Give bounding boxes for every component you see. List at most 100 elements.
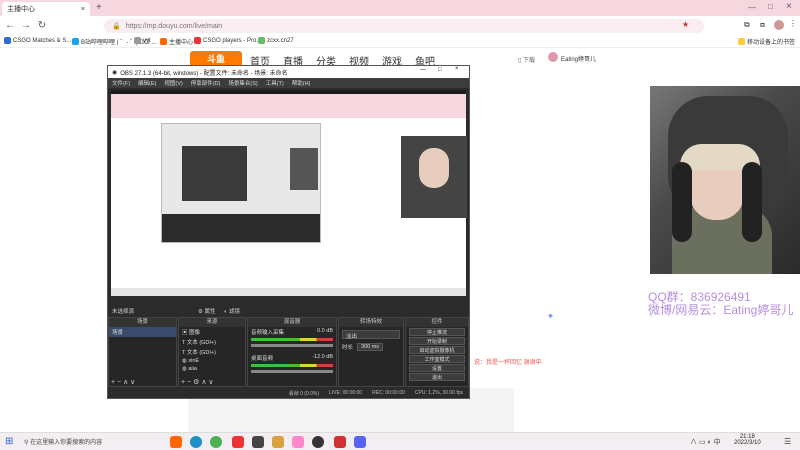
maximize-icon[interactable]: □ (768, 2, 773, 11)
person-hair (672, 162, 692, 242)
clock[interactable]: 21:18 2022/3/10 (734, 434, 761, 446)
bookmarks-bar: CSGO Matches & S... B站哔哩哔哩 ( ゜- ゜)つロ ...… (0, 36, 800, 48)
preview-nested-cam (290, 148, 318, 190)
mixer-dock: 混音器 音频输入采集 0.0 dB 桌面音频 -12.0 dB (247, 317, 337, 387)
close-tab-icon[interactable]: × (81, 6, 85, 13)
obs-preview[interactable] (111, 90, 467, 296)
more-menu-icon[interactable]: ⋮ (789, 19, 797, 28)
bookmark-label: zcxx.cn27 (267, 37, 294, 44)
bookmark-item[interactable]: CSGO players - Pro... (194, 37, 261, 44)
move-down-icon[interactable]: ∨ (208, 379, 213, 386)
start-recording-button[interactable]: 开始录制 (409, 337, 465, 345)
volume-slider[interactable] (251, 370, 333, 373)
stop-streaming-button[interactable]: 停止推流 (409, 328, 465, 336)
remove-icon[interactable]: − (117, 379, 121, 386)
obs-window: ◉ OBS 27.1.3 (64-bit, windows) - 配置文件: 未… (107, 65, 470, 399)
source-item[interactable]: ◍ aiia (179, 365, 245, 373)
back-arrow-icon[interactable]: ← (4, 20, 16, 32)
filters-button[interactable]: ◐ 滤镜 (224, 307, 240, 315)
duration-input[interactable]: 300 ms (357, 343, 384, 351)
person-hair (742, 162, 762, 242)
app-icon[interactable] (232, 436, 244, 448)
obs-icon[interactable] (312, 436, 324, 448)
source-item[interactable]: T 文本 (GDI+) (179, 337, 245, 347)
menu-edit[interactable]: 编辑(E) (138, 79, 156, 87)
preview-taskbar (111, 288, 466, 296)
move-down-icon[interactable]: ∨ (130, 379, 135, 386)
virtual-camera-button[interactable]: 启动虚拟摄像机 (409, 346, 465, 354)
menu-tools[interactable]: 工具(T) (266, 79, 284, 87)
chrome-icon[interactable] (210, 436, 222, 448)
app-icon[interactable] (252, 436, 264, 448)
channel-db: 0.0 dB (317, 328, 333, 334)
bookmark-item[interactable]: zcxx.cn27 (258, 37, 294, 44)
menu-view[interactable]: 视图(V) (164, 79, 182, 87)
new-tab-button[interactable]: + (96, 2, 102, 13)
star-icon[interactable]: ★ (682, 20, 689, 29)
rec-time: REC: 00:00:00 (372, 390, 405, 396)
source-item[interactable]: ◍ xinE (179, 357, 245, 365)
volume-slider[interactable] (251, 344, 333, 347)
profile-avatar[interactable] (774, 20, 784, 30)
source-label: 文本 (GDI+) (186, 340, 216, 346)
scenes-dock: 场景 场景 + − ∧ ∨ (108, 317, 177, 387)
gear-icon[interactable]: ⚙ (193, 379, 199, 386)
firefox-icon[interactable] (170, 436, 182, 448)
browser-tab[interactable]: 主播中心 × (2, 2, 90, 16)
app-icon[interactable] (292, 436, 304, 448)
address-bar[interactable]: 🔒 https://mp.douyu.com/live/main (104, 19, 704, 33)
chat-text: 说：我是一杯回忆 谢谢中 (474, 360, 542, 366)
add-icon[interactable]: + (111, 379, 115, 386)
minimize-icon[interactable]: — (420, 67, 426, 73)
discord-icon[interactable] (354, 436, 366, 448)
notifications-icon[interactable]: ☰ (784, 437, 791, 446)
bookmark-item[interactable]: yyt (134, 37, 151, 44)
controls-dock: 控件 停止推流 开始录制 启动虚拟摄像机 工作室模式 设置 退出 (405, 317, 469, 387)
edge-icon[interactable] (190, 436, 202, 448)
source-item[interactable]: T 文本 (GDI+) (179, 347, 245, 357)
download-link[interactable]: ▯ 下载 (518, 55, 535, 64)
obs-statusbar: 丢帧 0 (0.0%) LIVE: 00:00:00 REC: 00:00:00… (108, 388, 469, 398)
source-item[interactable]: ▣ 图像 (179, 327, 245, 337)
bookmark-label: 移动设备上的书签 (747, 40, 796, 46)
scene-item[interactable]: 场景 (109, 327, 176, 337)
dropped-frames: 丢帧 0 (0.0%) (288, 390, 319, 397)
reload-icon[interactable]: ↻ (36, 20, 48, 32)
source-label: 图像 (189, 330, 201, 336)
bookmark-item[interactable]: CSGO Matches & S... (4, 37, 71, 44)
collections-icon[interactable]: ⧈ (760, 20, 765, 30)
scenes-header: 场景 (109, 318, 176, 327)
close-window-icon[interactable]: × (786, 1, 792, 12)
properties-button[interactable]: ⚙ 属性 (198, 307, 215, 315)
obs-title: OBS 27.1.3 (64-bit, windows) - 配置文件: 未命名… (120, 70, 288, 77)
mobile-bookmarks[interactable]: 移动设备上的书签 (738, 37, 795, 46)
remove-icon[interactable]: − (187, 379, 191, 386)
menu-help[interactable]: 帮助(H) (292, 79, 311, 87)
user-avatar[interactable] (548, 52, 558, 62)
menu-file[interactable]: 文件(F) (112, 79, 130, 87)
tray-icons[interactable]: ∧ ▭ ◐ 中 (690, 437, 721, 447)
minimize-icon[interactable]: — (748, 3, 756, 12)
username[interactable]: Eating婷哥儿 (561, 54, 596, 63)
forward-arrow-icon[interactable]: → (20, 20, 32, 32)
exit-button[interactable]: 退出 (409, 373, 465, 381)
maximize-icon[interactable]: □ (438, 67, 442, 73)
settings-button[interactable]: 设置 (409, 364, 465, 372)
move-up-icon[interactable]: ∧ (201, 379, 206, 386)
app-icon[interactable] (334, 436, 346, 448)
transition-select[interactable]: 淡出 (342, 330, 400, 340)
menu-docks[interactable]: 停靠部件(D) (191, 79, 221, 87)
bookmark-item[interactable]: 主播中心 (160, 37, 193, 46)
windows-start-icon[interactable]: ⊞ (5, 436, 13, 447)
browser-tab-bar: 主播中心 × + — □ × (0, 0, 800, 16)
close-icon[interactable]: × (455, 66, 459, 72)
taskbar-search[interactable]: ⚲ 在这里输入你要搜索的内容 (24, 437, 102, 446)
bookmark-label: 主播中心 (169, 40, 194, 46)
folder-icon[interactable] (272, 436, 284, 448)
studio-mode-button[interactable]: 工作室模式 (409, 355, 465, 363)
move-up-icon[interactable]: ∧ (123, 379, 128, 386)
controls-header: 控件 (406, 318, 468, 327)
menu-scene-collection[interactable]: 场景集合(S) (228, 79, 257, 87)
add-icon[interactable]: + (181, 379, 185, 386)
extensions-icon[interactable]: ⧉ (744, 20, 750, 30)
